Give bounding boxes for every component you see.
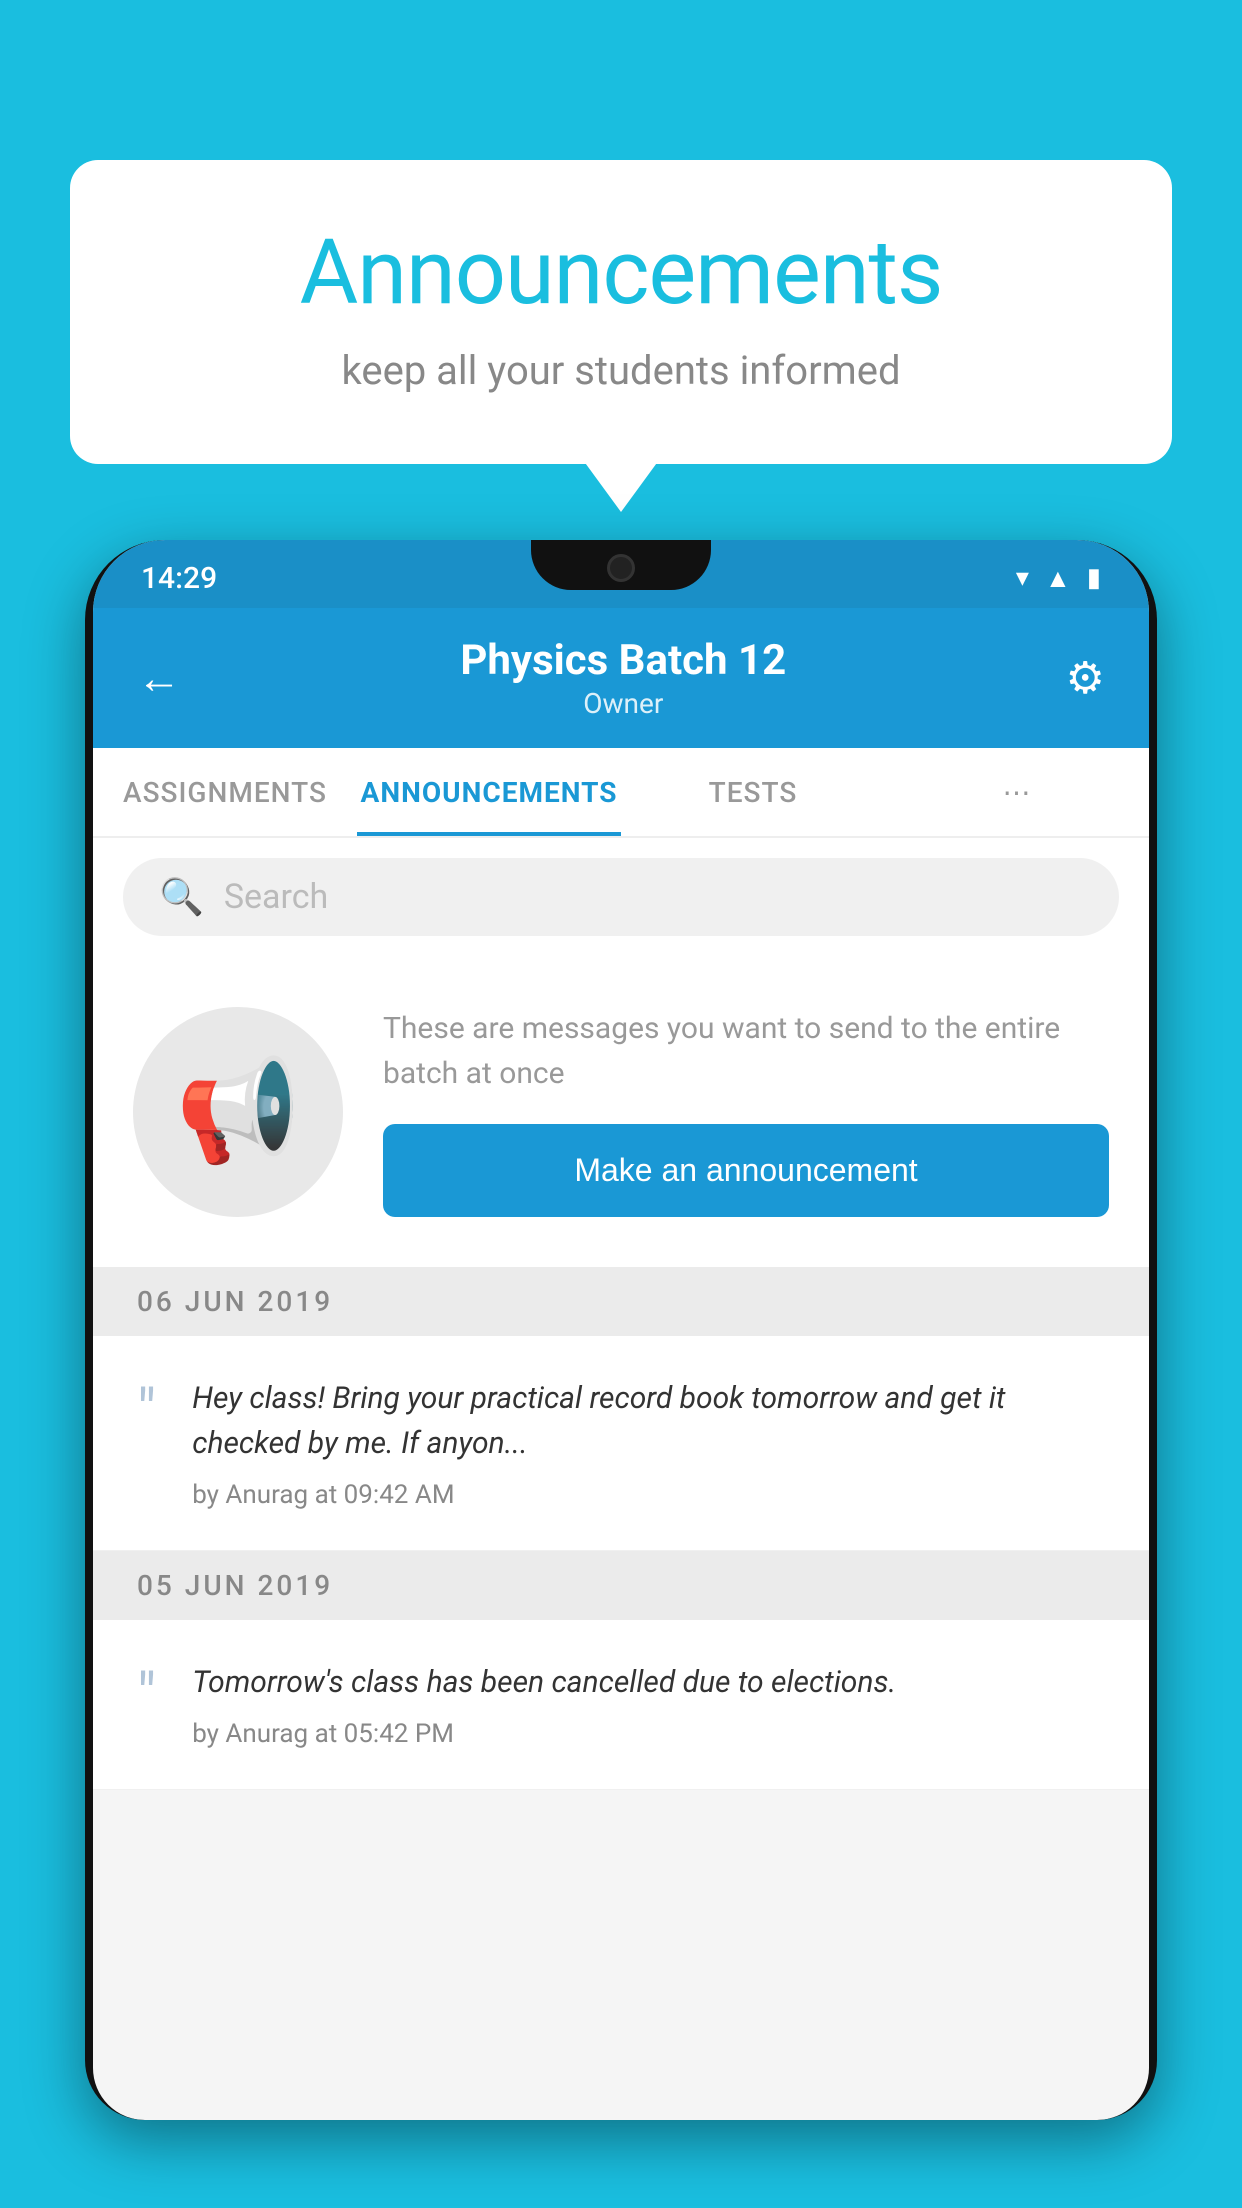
camera bbox=[607, 554, 635, 582]
make-announcement-button[interactable]: Make an announcement bbox=[383, 1124, 1109, 1217]
search-box[interactable]: 🔍 Search bbox=[123, 858, 1119, 936]
app-header: ← Physics Batch 12 Owner ⚙ bbox=[93, 608, 1149, 748]
announcement-message-2: Tomorrow's class has been cancelled due … bbox=[192, 1660, 1105, 1705]
search-input[interactable]: Search bbox=[224, 877, 328, 917]
date-separator-2: 05 JUN 2019 bbox=[93, 1551, 1149, 1620]
speech-bubble: Announcements keep all your students inf… bbox=[70, 160, 1172, 464]
phone-container: 14:29 ▾ ▲ ▮ ← Physics Batch 12 Owner ⚙ bbox=[85, 540, 1157, 2208]
header-center: Physics Batch 12 Owner bbox=[181, 636, 1066, 720]
date-separator-1: 06 JUN 2019 bbox=[93, 1267, 1149, 1336]
status-time: 14:29 bbox=[141, 561, 217, 596]
announcement-placeholder: 📢 These are messages you want to send to… bbox=[93, 956, 1149, 1267]
bubble-title: Announcements bbox=[150, 220, 1092, 325]
announcement-content-2: Tomorrow's class has been cancelled due … bbox=[192, 1660, 1105, 1749]
wifi-icon: ▾ bbox=[1016, 563, 1029, 593]
back-button[interactable]: ← bbox=[137, 652, 181, 704]
phone-notch bbox=[531, 540, 711, 590]
header-subtitle: Owner bbox=[181, 687, 1066, 720]
header-title: Physics Batch 12 bbox=[181, 636, 1066, 685]
announcement-meta-2: by Anurag at 05:42 PM bbox=[192, 1719, 1105, 1749]
announcement-meta-1: by Anurag at 09:42 AM bbox=[192, 1480, 1105, 1510]
speech-bubble-container: Announcements keep all your students inf… bbox=[70, 160, 1172, 464]
tab-assignments[interactable]: ASSIGNMENTS bbox=[93, 748, 357, 836]
announcement-item-1[interactable]: " Hey class! Bring your practical record… bbox=[93, 1336, 1149, 1551]
quote-icon-1: " bbox=[137, 1382, 156, 1510]
tab-more[interactable]: ⋯ bbox=[885, 748, 1149, 836]
search-container: 🔍 Search bbox=[93, 838, 1149, 956]
status-icons: ▾ ▲ ▮ bbox=[1016, 563, 1101, 594]
tab-announcements[interactable]: ANNOUNCEMENTS bbox=[357, 748, 621, 836]
megaphone-circle: 📢 bbox=[133, 1007, 343, 1217]
tab-tests[interactable]: TESTS bbox=[621, 748, 885, 836]
phone-frame: 14:29 ▾ ▲ ▮ ← Physics Batch 12 Owner ⚙ bbox=[85, 540, 1157, 2120]
announcement-message-1: Hey class! Bring your practical record b… bbox=[192, 1376, 1105, 1466]
tab-bar: ASSIGNMENTS ANNOUNCEMENTS TESTS ⋯ bbox=[93, 748, 1149, 838]
settings-icon[interactable]: ⚙ bbox=[1066, 652, 1105, 704]
placeholder-description: These are messages you want to send to t… bbox=[383, 1006, 1109, 1096]
search-icon: 🔍 bbox=[159, 876, 204, 918]
quote-icon-2: " bbox=[137, 1666, 156, 1749]
bubble-subtitle: keep all your students informed bbox=[150, 347, 1092, 394]
battery-icon: ▮ bbox=[1087, 563, 1101, 593]
phone-screen: 14:29 ▾ ▲ ▮ ← Physics Batch 12 Owner ⚙ bbox=[93, 540, 1149, 2120]
announcement-content-1: Hey class! Bring your practical record b… bbox=[192, 1376, 1105, 1510]
signal-icon: ▲ bbox=[1045, 563, 1071, 594]
megaphone-icon: 📢 bbox=[176, 1053, 301, 1170]
placeholder-right: These are messages you want to send to t… bbox=[383, 1006, 1109, 1217]
announcement-item-2[interactable]: " Tomorrow's class has been cancelled du… bbox=[93, 1620, 1149, 1790]
